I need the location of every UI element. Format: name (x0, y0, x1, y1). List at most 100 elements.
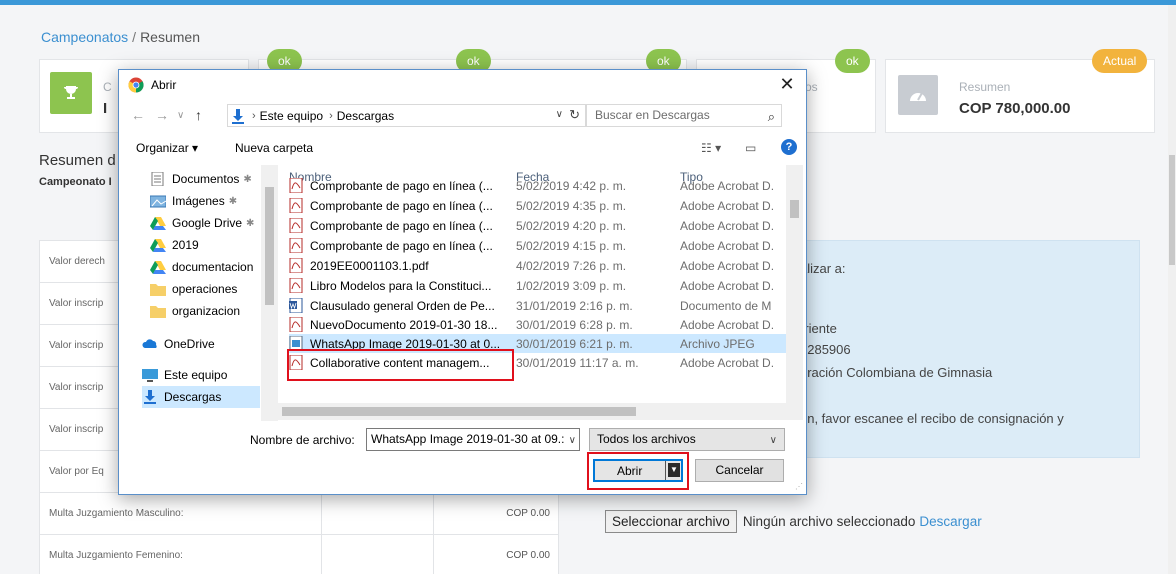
card-resumen-title: Resumen (959, 80, 1011, 94)
breadcrumb-current: Resumen (140, 29, 200, 45)
chevron-down-icon[interactable]: ∨ (556, 109, 563, 120)
info-line: eración Colombiana de Gimnasia (800, 365, 993, 380)
filename-label: Nombre de archivo: (250, 433, 355, 447)
file-row[interactable]: NuevoDocumento 2019-01-30 18... 30/01/20… (289, 315, 796, 334)
file-name: 2019EE0001103.1.pdf (310, 258, 429, 273)
cancel-button[interactable]: Cancelar (695, 459, 784, 482)
file-type: Adobe Acrobat D. (680, 317, 775, 332)
path-segment-folder[interactable]: Descargas (337, 109, 394, 123)
organize-menu[interactable]: Organizar ▾ (136, 141, 198, 155)
pdf-icon (289, 317, 303, 332)
file-type-filter[interactable]: Todos los archivos ∨ (589, 428, 785, 451)
file-name: Comprobante de pago en línea (... (310, 198, 493, 213)
file-row[interactable]: Libro Modelos para la Constituci... 1/02… (289, 276, 796, 295)
nav-item-documentacion[interactable]: documentacion (150, 256, 277, 278)
back-arrow-icon[interactable]: ← (131, 107, 145, 123)
search-input[interactable]: Buscar en Descargas ⌕ (586, 104, 782, 127)
help-icon[interactable]: ? (781, 139, 797, 155)
view-options-icon[interactable]: ☷ ▾ (701, 141, 721, 155)
file-type: Adobe Acrobat D. (680, 178, 775, 193)
top-accent-bar (0, 0, 1176, 5)
pin-icon: ✱ (243, 173, 252, 185)
section-title: Resumen d (39, 152, 116, 169)
file-date: 4/02/2019 7:26 p. m. (516, 258, 627, 273)
nav-item-este-equipo[interactable]: Este equipo (142, 364, 277, 386)
file-type: Adobe Acrobat D. (680, 278, 775, 293)
open-button[interactable]: Abrir ▼ (593, 459, 683, 482)
file-type: Adobe Acrobat D. (680, 355, 775, 370)
open-button-label: Abrir (617, 464, 643, 478)
file-date: 30/01/2019 6:28 p. m. (516, 317, 633, 332)
dialog-titlebar[interactable]: Abrir ✕ (119, 70, 806, 100)
file-date: 30/01/2019 6:21 p. m. (516, 336, 633, 351)
pdf-icon (289, 278, 303, 293)
select-file-button[interactable]: Seleccionar archivo (605, 510, 737, 533)
pin-icon: ✱ (246, 217, 255, 229)
nav-item-google-drive[interactable]: Google Drive ✱ (150, 212, 277, 234)
nav-item-documentos[interactable]: Documentos ✱ (150, 168, 277, 190)
page-scrollbar-thumb[interactable] (1169, 155, 1175, 265)
close-icon[interactable]: ✕ (776, 74, 798, 96)
nav-item-descargas[interactable]: Descargas (142, 386, 260, 408)
breadcrumb-link-campeonatos[interactable]: Campeonatos (41, 29, 128, 45)
nav-item-imagenes[interactable]: Imágenes ✱ (150, 190, 277, 212)
file-row[interactable]: Comprobante de pago en línea (... 5/02/2… (289, 196, 796, 215)
nav-item-label: Este equipo (164, 368, 228, 382)
chevron-down-icon[interactable]: ∨ (565, 430, 576, 450)
filename-input[interactable]: WhatsApp Image 2019-01-30 at 09.: ∨ (366, 428, 580, 451)
pdf-icon (289, 258, 303, 273)
nav-item-label: 2019 (172, 238, 199, 252)
table-row: Multa Juzgamiento Masculino: COP 0.00 (38, 492, 559, 535)
file-row[interactable]: Comprobante de pago en línea (... 5/02/2… (289, 236, 796, 255)
pdf-icon (289, 218, 303, 233)
file-list-hscrollbar[interactable] (262, 403, 803, 420)
section-subtitle: Campeonato I (39, 176, 112, 188)
page-scrollbar[interactable] (1168, 5, 1176, 574)
nav-item-organizacion[interactable]: organizacion (150, 300, 277, 322)
forward-arrow-icon[interactable]: → (155, 107, 169, 123)
up-arrow-icon[interactable]: ↑ (195, 107, 202, 123)
drive-folder-icon (150, 261, 166, 274)
file-date: 1/02/2019 3:09 p. m. (516, 278, 627, 293)
file-list-vscrollbar-thumb[interactable] (790, 200, 799, 218)
file-status: Ningún archivo seleccionado (742, 514, 916, 529)
downloads-icon (144, 390, 156, 404)
file-name: Libro Modelos para la Constituci... (310, 278, 492, 293)
nav-pane-scrollbar[interactable] (261, 165, 278, 421)
fee-label: Multa Juzgamiento Masculino: (38, 492, 323, 535)
file-name: Comprobante de pago en línea (... (310, 178, 493, 193)
refresh-icon[interactable]: ↻ (569, 107, 580, 123)
file-row[interactable]: Comprobante de pago en línea (... 5/02/2… (289, 216, 796, 235)
pdf-icon (289, 178, 303, 193)
file-list: Nombre Fecha Tipo Comprobante de pago en… (281, 165, 805, 421)
file-type: Adobe Acrobat D. (680, 258, 775, 273)
preview-pane-icon[interactable]: ▭ (745, 141, 756, 155)
nav-item-onedrive[interactable]: OneDrive (142, 333, 277, 355)
file-list-vscrollbar[interactable] (786, 165, 803, 403)
word-icon (289, 298, 303, 313)
address-bar[interactable]: › Este equipo › Descargas ∨ ↻ (227, 104, 586, 127)
path-segment-root[interactable]: Este equipo (260, 109, 323, 123)
pdf-icon (289, 238, 303, 253)
file-row[interactable]: Clausulado general Orden de Pe... 31/01/… (289, 296, 796, 315)
history-chevron-icon[interactable]: ∨ (177, 110, 184, 121)
file-date: 31/01/2019 2:16 p. m. (516, 298, 633, 313)
fee-value: COP 0.00 (433, 492, 559, 535)
file-date: 5/02/2019 4:15 p. m. (516, 238, 627, 253)
info-line: 0285906 (800, 342, 851, 357)
info-line: ón, favor escanee el recibo de consignac… (800, 411, 1064, 426)
resize-grip-icon[interactable]: ⋰ (795, 482, 803, 491)
fee-value: COP 0.00 (433, 534, 559, 574)
nav-item-2019[interactable]: 2019 (150, 234, 277, 256)
nav-item-operaciones[interactable]: operaciones (150, 278, 277, 300)
file-list-hscrollbar-thumb[interactable] (282, 407, 636, 416)
file-row[interactable]: 2019EE0001103.1.pdf 4/02/2019 7:26 p. m.… (289, 256, 796, 275)
pictures-icon (150, 195, 166, 208)
open-options-chevron-icon[interactable]: ▼ (668, 463, 680, 477)
file-row[interactable]: Comprobante de pago en línea (... 5/02/2… (289, 176, 796, 195)
download-link[interactable]: Descargar (919, 514, 981, 529)
file-type: Archivo JPEG (680, 336, 755, 351)
nav-pane-scrollbar-thumb[interactable] (265, 187, 274, 305)
file-type: Adobe Acrobat D. (680, 218, 775, 233)
new-folder-button[interactable]: Nueva carpeta (235, 141, 313, 155)
